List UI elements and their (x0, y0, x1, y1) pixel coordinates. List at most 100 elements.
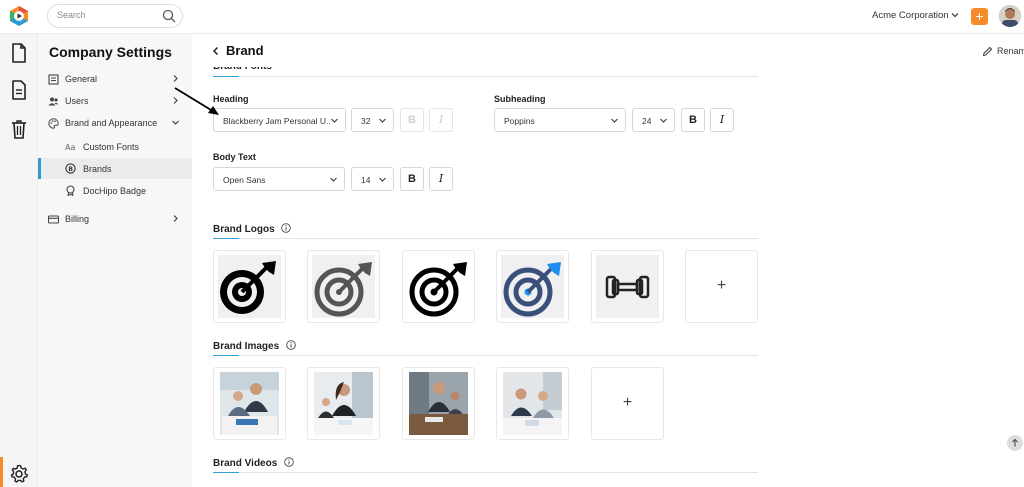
chevron-down-icon (330, 177, 337, 182)
chevron-down-icon (611, 118, 618, 123)
search-icon[interactable] (162, 9, 176, 23)
sidebar-item-label: Users (65, 96, 89, 106)
target-logo-icon (409, 262, 467, 317)
svg-text:Aa: Aa (65, 143, 75, 152)
chevron-right-icon (173, 215, 178, 222)
brand-logo-tile[interactable] (402, 250, 475, 323)
pencil-icon[interactable] (982, 46, 993, 57)
info-icon[interactable] (284, 457, 294, 467)
heading-font-value: Blackberry Jam Personal U... (223, 116, 331, 126)
logo-thumb (218, 255, 281, 318)
scroll-to-top-button[interactable] (1007, 435, 1023, 451)
section-divider (213, 238, 758, 239)
brand-images-label: Brand Images (213, 341, 280, 352)
subheading-italic-toggle[interactable]: I (710, 108, 734, 132)
user-avatar-icon (999, 5, 1021, 27)
brand-image-tile[interactable] (496, 367, 569, 440)
sidebar-item-general[interactable]: General (38, 69, 192, 89)
brand-logo-tile[interactable] (307, 250, 380, 323)
general-settings-icon (48, 74, 59, 85)
brand-image-tile[interactable] (307, 367, 380, 440)
brand-logo-tile[interactable] (496, 250, 569, 323)
brand-image-tile[interactable] (213, 367, 286, 440)
target-logo-icon (314, 262, 372, 317)
body-font-value: Open Sans (223, 175, 266, 185)
search-placeholder: Search (57, 10, 86, 20)
app-logo-icon[interactable] (9, 6, 29, 26)
users-icon (48, 97, 59, 106)
search-input[interactable]: Search (47, 4, 183, 28)
brand-videos-title: Brand Videos (213, 457, 294, 469)
brand-images-title: Brand Images (213, 340, 296, 352)
palette-icon (48, 118, 59, 129)
section-divider (213, 355, 758, 356)
sidebar-title: Company Settings (49, 44, 172, 60)
logo-thumb (501, 255, 564, 318)
trash-icon[interactable] (9, 118, 29, 140)
meeting-photo-icon (409, 372, 468, 435)
sidebar-subitem-label: Custom Fonts (83, 142, 140, 152)
sidebar-item-label: Billing (65, 214, 90, 224)
subheading-size-select[interactable]: 24 (632, 108, 675, 132)
avatar[interactable] (999, 5, 1021, 27)
logo-thumb (312, 255, 375, 318)
sidebar-item-billing[interactable]: Billing (38, 209, 192, 229)
top-bar: Search Acme Corporation + (0, 0, 1024, 34)
body-italic-toggle[interactable]: I (429, 167, 453, 191)
info-icon[interactable] (286, 340, 296, 350)
subheading-bold-toggle[interactable]: B (681, 108, 705, 132)
body-font-select[interactable]: Open Sans (213, 167, 345, 191)
document-icon[interactable] (9, 42, 29, 64)
rename-button[interactable]: Rename (997, 46, 1024, 56)
meeting-photo-icon (314, 372, 373, 435)
brand-logo-tile[interactable] (213, 250, 286, 323)
logo-thumb (407, 255, 470, 318)
meeting-photo-icon (503, 372, 562, 435)
dumbbell-logo-icon (605, 275, 650, 299)
subheading-size-value: 24 (642, 116, 652, 126)
heading-size-select[interactable]: 32 (351, 108, 394, 132)
page-title: Brand (226, 43, 264, 58)
body-size-select[interactable]: 14 (351, 167, 394, 191)
brand-image-tile[interactable] (402, 367, 475, 440)
create-button[interactable]: + (971, 8, 988, 25)
sidebar-item-users[interactable]: Users (38, 91, 192, 111)
chevron-down-icon (660, 118, 667, 123)
rail-active-indicator (0, 457, 3, 487)
back-chevron-icon[interactable] (211, 46, 221, 56)
arrow-up-icon (1012, 438, 1018, 447)
badge-icon (66, 185, 75, 196)
chevron-down-icon[interactable] (950, 10, 960, 20)
heading-bold-toggle[interactable]: B (400, 108, 424, 132)
heading-font-select[interactable]: Blackberry Jam Personal U... (213, 108, 346, 132)
heading-italic-toggle[interactable]: I (429, 108, 453, 132)
subheading-font-label: Subheading (494, 94, 546, 104)
sidebar-subitem-brands[interactable]: B Brands (38, 158, 192, 179)
section-divider (213, 472, 758, 473)
sidebar-item-label: General (65, 74, 98, 84)
sidebar-subitem-custom-fonts[interactable]: Aa Custom Fonts (38, 136, 192, 157)
brand-editor: Brand Rename Brand Fonts Heading Blackbe… (192, 34, 1024, 487)
brand-logo-tile[interactable] (591, 250, 664, 323)
file-text-icon[interactable] (9, 79, 29, 101)
body-font-label: Body Text (213, 152, 256, 162)
meeting-photo-icon (220, 372, 279, 435)
body-size-value: 14 (361, 175, 371, 185)
chevron-down-icon (172, 120, 179, 125)
sidebar-item-brand-appearance[interactable]: Brand and Appearance (38, 113, 192, 133)
sidebar-subitem-dochipo-badge[interactable]: DocHipo Badge (38, 180, 192, 201)
target-logo-icon (220, 261, 276, 314)
company-switcher[interactable]: Acme Corporation (872, 10, 949, 21)
chevron-down-icon (331, 118, 338, 123)
add-logo-button[interactable]: + (685, 250, 758, 323)
body-bold-toggle[interactable]: B (400, 167, 424, 191)
brand-fonts-title: Brand Fonts (213, 61, 272, 72)
settings-gear-icon[interactable] (9, 462, 29, 484)
subheading-font-value: Poppins (504, 116, 535, 126)
subheading-font-select[interactable]: Poppins (494, 108, 626, 132)
add-image-button[interactable]: + (591, 367, 664, 440)
settings-sidebar: Company Settings General Users Brand and… (38, 34, 192, 487)
info-icon[interactable] (281, 223, 292, 233)
left-rail (0, 34, 38, 487)
brand-badge-icon: B (65, 163, 76, 174)
